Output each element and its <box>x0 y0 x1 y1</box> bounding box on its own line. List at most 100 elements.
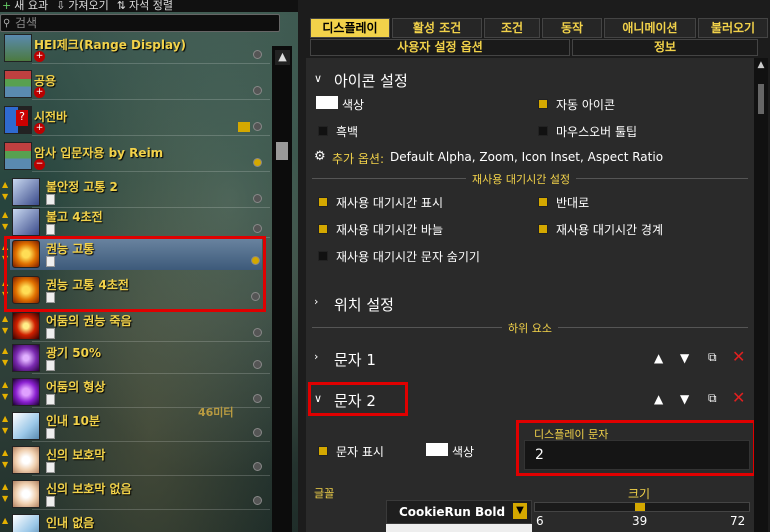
auto-icon-checkbox[interactable] <box>538 99 548 109</box>
size-slider[interactable] <box>534 502 750 512</box>
move-down-icon[interactable]: ▼ <box>2 192 8 201</box>
move-down-icon[interactable]: ▼ <box>2 326 8 335</box>
visibility-icon[interactable] <box>253 122 262 131</box>
list-item[interactable]: ▲ ▼ 신의 보호막 <box>0 444 270 476</box>
move-up-icon[interactable]: ▲ <box>2 516 8 525</box>
list-item[interactable]: 암사 입문자용 by Reim − <box>0 140 270 172</box>
move-down-icon[interactable]: ▼ <box>2 222 8 231</box>
visibility-icon[interactable] <box>253 394 262 403</box>
gear-icon[interactable]: ⚙ <box>314 149 326 164</box>
tab-conditions[interactable]: 조건 <box>484 18 540 38</box>
move-down-icon[interactable]: ▼ <box>2 426 8 435</box>
collapse-icon[interactable]: − <box>34 159 45 170</box>
hide-cooldown-text-checkbox[interactable] <box>318 251 328 261</box>
move-up-icon[interactable]: ▲ <box>2 210 8 219</box>
font-dropdown[interactable]: CookieRun Bold ▼ <box>386 500 532 524</box>
sort-button[interactable]: ⇅ 자석 정렬 <box>117 0 173 12</box>
move-down-icon[interactable]: ▼ <box>680 392 689 406</box>
tab-display[interactable]: 디스플레이 <box>310 18 390 38</box>
move-up-icon[interactable]: ▲ <box>2 314 8 323</box>
visibility-icon[interactable] <box>253 224 262 233</box>
size-slider-thumb[interactable] <box>635 503 645 511</box>
chevron-down-icon[interactable]: ∨ <box>314 72 322 85</box>
visibility-icon[interactable] <box>253 428 262 437</box>
move-up-icon[interactable]: ▲ <box>2 380 8 389</box>
move-up-icon[interactable]: ▲ <box>2 448 8 457</box>
desaturate-checkbox[interactable] <box>318 126 328 136</box>
move-up-icon[interactable]: ▲ <box>2 180 8 189</box>
move-down-icon[interactable]: ▼ <box>2 494 8 503</box>
highlight-box-text-2 <box>308 382 408 416</box>
list-item[interactable]: 공용 + <box>0 68 270 100</box>
options-scrollbar[interactable]: ▲ <box>754 58 768 532</box>
expand-icon[interactable]: + <box>34 87 45 98</box>
show-text-checkbox[interactable] <box>318 446 328 456</box>
delete-icon[interactable]: ✕ <box>732 388 745 407</box>
import-button[interactable]: ⇩ 가져오기 <box>56 0 109 12</box>
scroll-thumb[interactable] <box>276 142 288 160</box>
visibility-icon[interactable] <box>253 158 262 167</box>
scroll-thumb[interactable] <box>758 84 764 114</box>
tab-animations[interactable]: 애니메이션 <box>604 18 696 38</box>
visibility-icon[interactable] <box>253 50 262 59</box>
section-position-settings[interactable]: 위치 설정 <box>334 294 394 315</box>
visibility-icon[interactable] <box>253 462 262 471</box>
move-up-icon[interactable]: ▲ <box>2 414 8 423</box>
text-color-swatch[interactable] <box>426 443 448 456</box>
list-scrollbar[interactable]: ▲ <box>272 46 292 532</box>
delete-icon[interactable]: ✕ <box>732 347 745 366</box>
tab-information[interactable]: 정보 <box>572 39 758 56</box>
section-text-1[interactable]: 문자 1 <box>334 349 376 370</box>
cooldown-swipe-checkbox[interactable] <box>318 224 328 234</box>
section-icon-settings[interactable]: 아이콘 설정 <box>334 70 408 91</box>
tab-load[interactable]: 불러오기 <box>698 18 768 38</box>
list-item[interactable]: ▲ ▼ 어둠의 권능 죽음 <box>0 310 270 342</box>
tab-custom-options[interactable]: 사용자 설정 옵션 <box>310 39 570 56</box>
list-item[interactable]: HEI제크(Range Display) + <box>0 32 270 64</box>
new-aura-button[interactable]: + 새 요과 <box>2 0 48 12</box>
world-range-text: 46미터 <box>198 406 234 419</box>
list-item[interactable]: ▲ ▼ 불고 4초전 <box>0 206 270 238</box>
visibility-icon[interactable] <box>253 194 262 203</box>
options-panel: 디스플레이 활성 조건 조건 동작 애니메이션 불러오기 사용자 설정 옵션 정… <box>298 0 770 532</box>
duplicate-icon[interactable]: ⧉ <box>708 350 717 365</box>
move-up-icon[interactable]: ▲ <box>2 482 8 491</box>
visibility-icon[interactable] <box>253 360 262 369</box>
reverse-checkbox[interactable] <box>538 197 548 207</box>
chevron-down-icon[interactable]: ▼ <box>513 503 527 519</box>
list-item[interactable]: ▲ ▼ 신의 보호막 없음 <box>0 478 270 510</box>
visibility-icon[interactable] <box>253 496 262 505</box>
list-item[interactable]: ▲ ▼ 불안정 고통 2 <box>0 176 270 208</box>
move-down-icon[interactable]: ▼ <box>2 392 8 401</box>
tab-triggers[interactable]: 활성 조건 <box>392 18 482 38</box>
mouseover-tooltip-checkbox[interactable] <box>538 126 548 136</box>
scroll-up-icon[interactable]: ▲ <box>756 60 766 72</box>
move-down-icon[interactable]: ▼ <box>680 351 689 365</box>
visibility-icon[interactable] <box>253 328 262 337</box>
chevron-right-icon[interactable]: › <box>314 350 318 363</box>
aura-icon <box>12 208 40 236</box>
show-cooldown-checkbox[interactable] <box>318 197 328 207</box>
group-icon <box>4 70 32 98</box>
search-input[interactable]: ⚲ 검색 <box>0 14 280 32</box>
tab-actions[interactable]: 동작 <box>542 18 602 38</box>
list-item[interactable]: ? 시전바 + <box>0 104 270 136</box>
move-up-icon[interactable]: ▲ <box>2 346 8 355</box>
arrow-icon[interactable] <box>238 122 250 132</box>
chevron-right-icon[interactable]: › <box>314 295 318 308</box>
visibility-icon[interactable] <box>253 86 262 95</box>
duplicate-icon[interactable]: ⧉ <box>708 391 717 406</box>
cooldown-edge-checkbox[interactable] <box>538 224 548 234</box>
expand-icon[interactable]: + <box>34 123 45 134</box>
move-up-icon[interactable]: ▲ <box>654 351 663 365</box>
display-options: ∨ 아이콘 설정 색상 자동 아이콘 흑백 마우스오버 툴팁 ⚙ 추가 옵션: … <box>306 58 756 532</box>
expand-icon[interactable]: + <box>34 51 45 62</box>
move-down-icon[interactable]: ▼ <box>2 460 8 469</box>
color-swatch[interactable] <box>316 96 338 109</box>
list-item[interactable]: ▲ ▼ 광기 50% <box>0 342 270 374</box>
move-up-icon[interactable]: ▲ <box>654 392 663 406</box>
page-icon <box>46 328 55 339</box>
scroll-up-icon[interactable]: ▲ <box>275 50 290 65</box>
move-down-icon[interactable]: ▼ <box>2 358 8 367</box>
list-item[interactable]: ▲ 인내 없음 <box>0 512 270 532</box>
